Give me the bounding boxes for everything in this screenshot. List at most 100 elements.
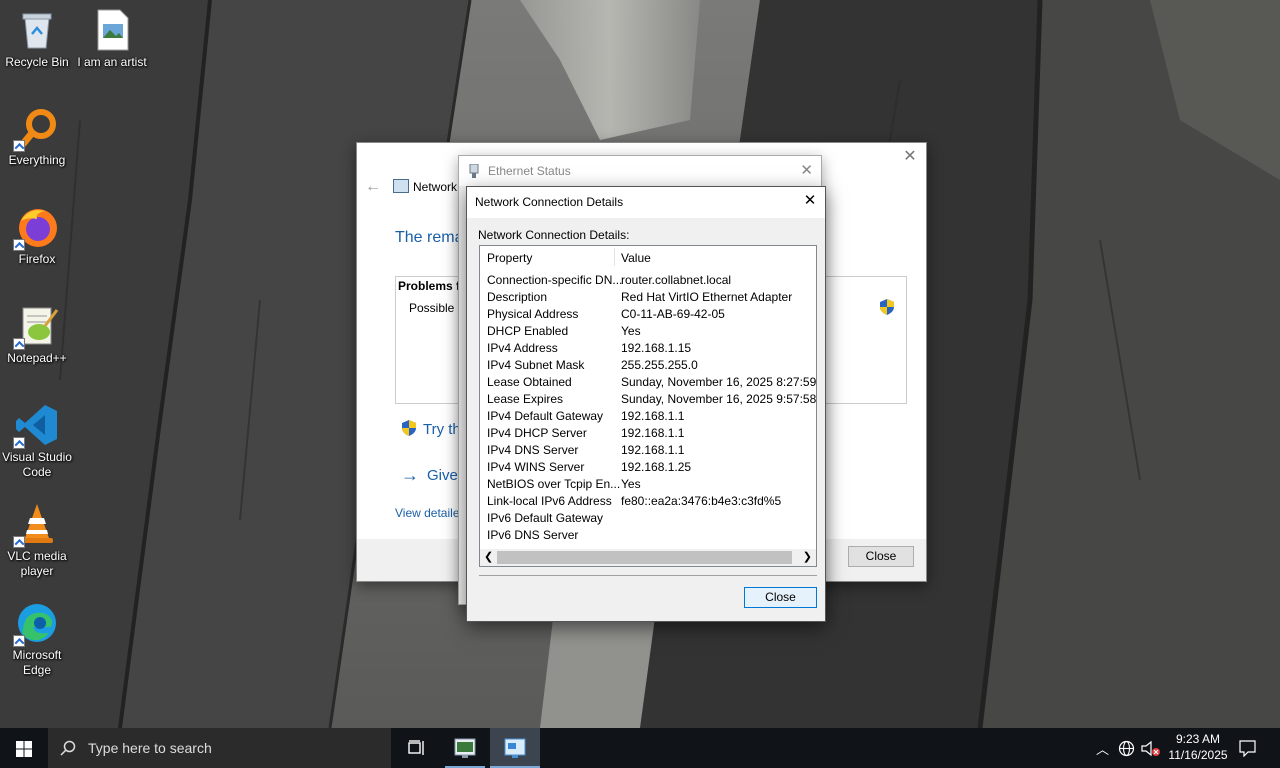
edge-icon [13,601,59,647]
row-property: Lease Expires [487,392,564,406]
give-feedback-link[interactable]: Give [427,467,458,484]
clock[interactable]: 9:23 AM 11/16/2025 [1160,731,1236,765]
page-heading: The rema [395,229,464,246]
problems-title: Problems f [398,279,461,293]
everything-search-icon [13,106,59,152]
details-row[interactable]: IPv4 Default Gateway 192.168.1.1 [480,407,816,424]
scrollbar-thumb[interactable] [497,551,792,564]
dialog-title: Network Connection Details [475,195,624,209]
details-row[interactable]: IPv4 DNS Server 192.168.1.1 [480,441,816,458]
desktop-icon-recycle-bin[interactable]: Recycle Bin [0,8,74,70]
dialog-titlebar: Network Connection Details ✕ [467,187,825,218]
details-row[interactable]: NetBIOS over Tcpip En... Yes [480,475,816,492]
scroll-right-arrow-icon[interactable]: ❯ [803,550,812,563]
shortcut-arrow-icon [13,338,25,350]
shortcut-arrow-icon [13,239,25,251]
notepad-plus-plus-icon [13,304,59,350]
details-row[interactable]: IPv4 Subnet Mask 255.255.255.0 [480,356,816,373]
details-row[interactable]: Physical Address C0-11-AB-69-42-05 [480,305,816,322]
details-row[interactable]: Connection-specific DN... router.collabne… [480,271,816,288]
ethernet-adapter-icon [469,164,479,178]
details-row[interactable]: Lease Expires Sunday, November 16, 2025 9… [480,390,816,407]
details-row[interactable]: IPv6 Default Gateway [480,509,816,526]
action-center-notification-icon[interactable] [1239,740,1256,757]
start-button[interactable] [0,728,48,768]
row-property: IPv6 Default Gateway [487,511,604,525]
row-value: Sunday, November 16, 2025 9:57:58 AM [621,392,817,406]
details-row[interactable]: DHCP Enabled Yes [480,322,816,339]
view-details-link[interactable]: View detaile [395,506,460,520]
network-globe-icon[interactable] [1118,740,1135,757]
show-hidden-icons-chevron-icon[interactable]: ︿ [1096,739,1109,758]
close-button[interactable]: Close [848,546,914,567]
separator-line [479,575,817,576]
details-caption: Network Connection Details: [478,228,630,242]
row-value: Red Hat VirtIO Ethernet Adapter [621,290,793,304]
image-file-icon [90,8,134,52]
window-title: Ethernet Status [488,164,571,178]
shortcut-arrow-icon [13,140,25,152]
volume-muted-icon[interactable] [1141,740,1161,757]
desktop-icon-label: I am an artist [77,55,147,69]
row-value: 192.168.1.1 [621,426,685,440]
desktop-icon-label: Everything [8,153,66,167]
network-adapter-icon [393,179,409,193]
back-arrow-icon[interactable]: ← [365,178,381,196]
desktop-icon-label: VLC media player [7,549,67,578]
vscode-icon [13,403,59,449]
dialog-close-button[interactable]: ✕ [801,192,819,210]
scroll-left-arrow-icon[interactable]: ❮ [484,550,493,563]
row-property: Physical Address [487,307,579,321]
details-row[interactable]: Description Red Hat VirtIO Ethernet Adapt… [480,288,816,305]
row-property: IPv4 Subnet Mask [487,358,585,372]
taskbar-search-box[interactable]: Type here to search [48,728,391,768]
uac-shield-icon [402,420,416,436]
row-value: 192.168.1.25 [621,460,692,474]
column-header-value[interactable]: Value [621,251,651,265]
details-row[interactable]: IPv4 Address 192.168.1.15 [480,339,816,356]
desktop-icon-i-am-an-artist[interactable]: I am an artist [75,8,149,70]
desktop-icon-label: Visual Studio Code [2,450,72,479]
details-row[interactable]: Link-local IPv6 Address fe80::ea2a:3476:b… [480,492,816,509]
desktop-icon-visual-studio-code[interactable]: Visual Studio Code [0,403,74,480]
desktop-icon-everything[interactable]: Everything [0,106,74,168]
desktop-icon-label: Recycle Bin [5,55,69,69]
desktop-icon-label: Microsoft Edge [12,648,62,677]
row-property: DHCP Enabled [487,324,569,338]
horizontal-scrollbar[interactable]: ❮ ❯ [480,549,816,566]
row-property: IPv4 DNS Server [487,443,579,457]
row-value: fe80::ea2a:3476:b4e3:c3fd%5 [621,494,782,508]
details-row[interactable]: IPv4 DHCP Server 192.168.1.1 [480,424,816,441]
row-property: Description [487,290,548,304]
clock-date: 11/16/2025 [1168,748,1228,762]
firefox-icon [13,205,59,251]
vlc-cone-icon [13,502,59,548]
desktop-icon-microsoft-edge[interactable]: Microsoft Edge [0,601,74,678]
close-button[interactable]: Close [744,587,817,608]
window-close-button[interactable]: ✕ [800,161,813,179]
details-row[interactable]: IPv6 DNS Server [480,526,816,543]
details-row[interactable]: IPv4 WINS Server 192.168.1.25 [480,458,816,475]
desktop-icon-vlc-media-player[interactable]: VLC media player [0,502,74,579]
taskbar: Type here to search ︿ 9:23 AM 11/16/2025 [0,728,1280,768]
details-row[interactable]: Lease Obtained Sunday, November 16, 2025 … [480,373,816,390]
try-as-admin-link[interactable]: Try th [423,421,461,438]
network-connections-app-icon [504,738,526,758]
task-view-icon [408,740,424,755]
row-value: router.collabnet.local [621,273,732,287]
row-property: IPv4 Default Gateway [487,409,604,423]
taskbar-app-ethernet-status[interactable] [490,728,540,768]
details-list-view[interactable]: Property Value Connection-specific DN...… [479,245,817,567]
taskbar-app-network-troubleshooter[interactable] [441,728,489,768]
desktop-icon-notepad-plus-plus[interactable]: Notepad++ [0,304,74,366]
troubleshooter-app-icon [454,738,476,758]
column-header-property[interactable]: Property [487,251,532,265]
recycle-bin-icon [15,8,59,52]
window-close-button[interactable]: ✕ [900,147,920,167]
row-property: IPv4 Address [487,341,558,355]
desktop-icon-label: Notepad++ [7,351,67,365]
desktop-icon-firefox[interactable]: Firefox [0,205,74,267]
arrow-right-icon: → [401,465,419,485]
row-property: IPv4 WINS Server [487,460,585,474]
task-view-button[interactable] [400,728,432,768]
